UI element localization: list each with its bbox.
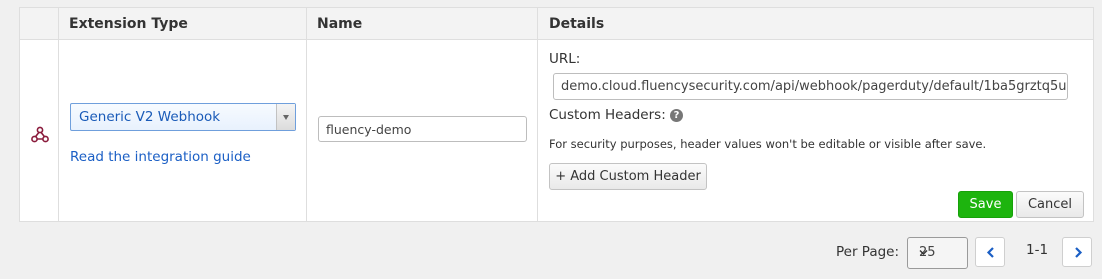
previous-page-button[interactable] <box>975 237 1005 267</box>
add-custom-header-button[interactable]: + Add Custom Header <box>549 163 707 190</box>
column-divider <box>537 8 538 221</box>
column-header-details[interactable]: Details <box>549 16 604 32</box>
column-header-name[interactable]: Name <box>317 16 362 32</box>
extension-type-select[interactable]: Generic V2 Webhook <box>70 103 296 131</box>
chevron-right-icon <box>1075 247 1083 258</box>
url-input[interactable]: demo.cloud.fluencysecurity.com/api/webho… <box>553 73 1068 100</box>
chevron-down-icon <box>919 248 962 260</box>
column-header-extension-type[interactable]: Extension Type <box>69 16 188 32</box>
per-page-label: Per Page: <box>836 244 900 260</box>
page-range: 1-1 <box>1026 242 1049 258</box>
url-input-value: demo.cloud.fluencysecurity.com/api/webho… <box>561 79 1068 94</box>
webhook-icon <box>30 125 50 145</box>
name-input-value: fluency-demo <box>326 122 412 137</box>
next-page-button[interactable] <box>1062 237 1092 267</box>
custom-headers-label: Custom Headers: <box>549 107 666 123</box>
integration-guide-link[interactable]: Read the integration guide <box>70 149 251 165</box>
cancel-button[interactable]: Cancel <box>1016 191 1084 218</box>
extension-type-value: Generic V2 Webhook <box>79 109 221 125</box>
question-circle-icon[interactable]: ? <box>670 109 683 122</box>
chevron-left-icon <box>986 247 994 258</box>
save-button[interactable]: Save <box>958 191 1013 218</box>
per-page-select[interactable]: 25 <box>907 237 968 269</box>
name-input[interactable]: fluency-demo <box>318 116 527 142</box>
column-divider <box>58 8 59 221</box>
extensions-table: Extension Type Name Details Generic V2 W… <box>19 7 1094 222</box>
column-divider <box>306 8 307 221</box>
security-note: For security purposes, header values won… <box>549 137 987 151</box>
url-label: URL: <box>549 51 581 67</box>
caret-down-icon <box>283 115 289 120</box>
select-toggle[interactable] <box>276 104 295 130</box>
